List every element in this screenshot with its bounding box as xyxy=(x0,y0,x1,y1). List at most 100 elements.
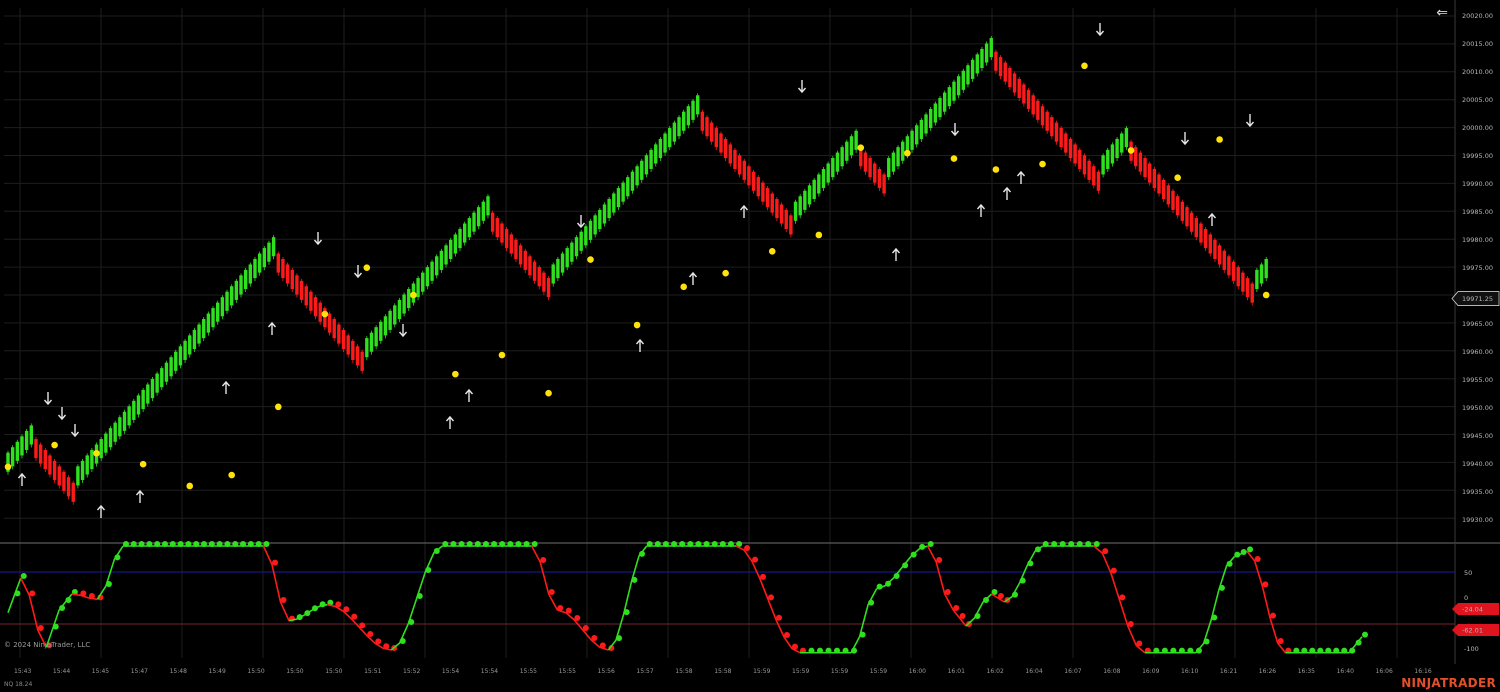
time-tick-label: 16:08 xyxy=(1103,668,1120,675)
price-marker xyxy=(992,166,1000,173)
time-tick-label: 15:55 xyxy=(520,668,537,675)
time-tick-label: 15:59 xyxy=(792,668,809,675)
time-tick-label: 15:54 xyxy=(442,668,459,675)
up-arrow-icon xyxy=(688,271,698,285)
grid-lines xyxy=(0,0,1500,664)
time-tick-label: 15:58 xyxy=(675,668,692,675)
down-arrow-icon xyxy=(1095,23,1105,37)
price-tick-label: 19975.00 xyxy=(1462,264,1493,272)
price-tick-label: 19960.00 xyxy=(1462,348,1493,356)
osc-dot xyxy=(1270,612,1277,619)
time-axis: 15:43 15:44 15:45 15:47 15:48 15:49 15:50 15:50… xyxy=(14,668,1432,675)
price-tick-label: 20020.00 xyxy=(1462,12,1493,20)
osc-line xyxy=(390,545,443,651)
price-tick-label: 19940.00 xyxy=(1462,460,1493,468)
price-tick-label: 20010.00 xyxy=(1462,68,1493,76)
osc-line xyxy=(850,588,878,654)
time-tick-label: 15:43 xyxy=(14,668,31,675)
up-arrow-icon xyxy=(267,321,277,335)
price-marker xyxy=(1216,136,1223,143)
osc-tick-label: -100 xyxy=(1464,645,1479,653)
signal-arrows xyxy=(17,23,1255,518)
time-tick-label: 16:40 xyxy=(1337,668,1354,675)
price-marker xyxy=(1262,291,1270,299)
time-tick-label: 16:07 xyxy=(1064,668,1081,675)
price-marker xyxy=(545,389,552,397)
osc-dot xyxy=(271,559,278,566)
time-tick-label: 16:21 xyxy=(1220,668,1237,675)
price-tick-label: 19945.00 xyxy=(1462,432,1493,440)
osc-line xyxy=(262,545,290,622)
up-arrow-icon xyxy=(445,415,455,429)
up-arrow-icon xyxy=(1002,186,1012,200)
time-tick-label: 15:48 xyxy=(170,668,187,675)
osc-line xyxy=(1003,545,1044,603)
price-marker xyxy=(274,403,282,411)
price-marker xyxy=(857,144,865,151)
price-marker xyxy=(950,155,958,162)
time-tick-label: 15:50 xyxy=(247,668,264,675)
up-arrow-icon xyxy=(1207,212,1217,226)
chart-canvas[interactable]: 20020.00 20015.00 20010.00 20005.00 20000.00… xyxy=(0,0,1500,692)
osc-dot xyxy=(768,594,775,601)
osc-line xyxy=(735,545,801,654)
price-marker xyxy=(186,482,194,490)
time-tick-label: 16:09 xyxy=(1142,668,1159,675)
time-tick-label: 15:59 xyxy=(870,668,887,675)
down-arrow-icon xyxy=(398,324,408,338)
back-arrow-icon[interactable]: ⇐ xyxy=(1436,5,1448,21)
osc-line xyxy=(607,545,648,651)
price-marker xyxy=(1081,62,1088,70)
price-marker xyxy=(815,231,823,239)
osc-line xyxy=(876,545,928,590)
price-marker xyxy=(587,256,594,263)
ninjatrader-logo: NINJATRADER xyxy=(1401,676,1496,690)
osc-dot xyxy=(1119,594,1126,601)
time-tick-label: 15:49 xyxy=(209,668,226,675)
price-tick-label: 19990.00 xyxy=(1462,180,1493,188)
down-arrow-icon xyxy=(70,424,80,438)
price-marker xyxy=(4,463,12,471)
down-arrow-icon xyxy=(576,215,586,229)
time-tick-label: 15:50 xyxy=(325,668,342,675)
osc-line xyxy=(530,545,559,611)
time-tick-label: 15:47 xyxy=(131,668,148,675)
current-price-label: 19971.25 xyxy=(1462,295,1493,303)
price-tick-label: 19930.00 xyxy=(1462,516,1493,524)
time-tick-label: 15:44 xyxy=(53,668,70,675)
price-tick-label: 19995.00 xyxy=(1462,152,1493,160)
osc-line xyxy=(1093,545,1146,654)
time-tick-label: 16:35 xyxy=(1298,668,1315,675)
yellow-markers xyxy=(4,62,1270,490)
price-tick-label: 19980.00 xyxy=(1462,236,1493,244)
osc-dot xyxy=(1362,631,1368,638)
price-marker xyxy=(51,441,58,449)
price-tick-label: 19955.00 xyxy=(1462,376,1493,384)
down-arrow-icon xyxy=(313,232,323,246)
time-tick-label: 16:10 xyxy=(1181,668,1198,675)
price-marker xyxy=(363,264,371,272)
price-tick-label: 19950.00 xyxy=(1462,404,1493,412)
osc-dot xyxy=(1262,581,1269,588)
time-tick-label: 15:52 xyxy=(403,668,420,675)
osc-value-label: -62.01 xyxy=(1462,627,1483,635)
price-marker xyxy=(1039,160,1046,168)
time-tick-label: 15:55 xyxy=(559,668,576,675)
price-marker xyxy=(1174,174,1181,181)
price-tick-label: 19935.00 xyxy=(1462,488,1493,496)
osc-value-label: -24.04 xyxy=(1462,606,1483,614)
copyright-text: © 2024 NinjaTrader, LLC xyxy=(4,641,91,649)
price-marker xyxy=(904,149,911,157)
up-arrow-icon xyxy=(891,247,901,261)
down-arrow-icon xyxy=(1245,114,1255,128)
price-tick-label: 20000.00 xyxy=(1462,124,1493,132)
price-tick-label: 20015.00 xyxy=(1462,40,1493,48)
time-tick-label: 16:04 xyxy=(1025,668,1042,675)
down-arrow-icon xyxy=(1180,132,1190,146)
time-tick-label: 16:06 xyxy=(1376,668,1393,675)
oscillator-axis: 50 0 -100 -24.04 -62.01 xyxy=(1452,569,1499,653)
osc-dot xyxy=(540,557,547,563)
price-tick-label: 19965.00 xyxy=(1462,320,1493,328)
time-tick-label: 15:59 xyxy=(831,668,848,675)
price-marker xyxy=(93,449,100,457)
